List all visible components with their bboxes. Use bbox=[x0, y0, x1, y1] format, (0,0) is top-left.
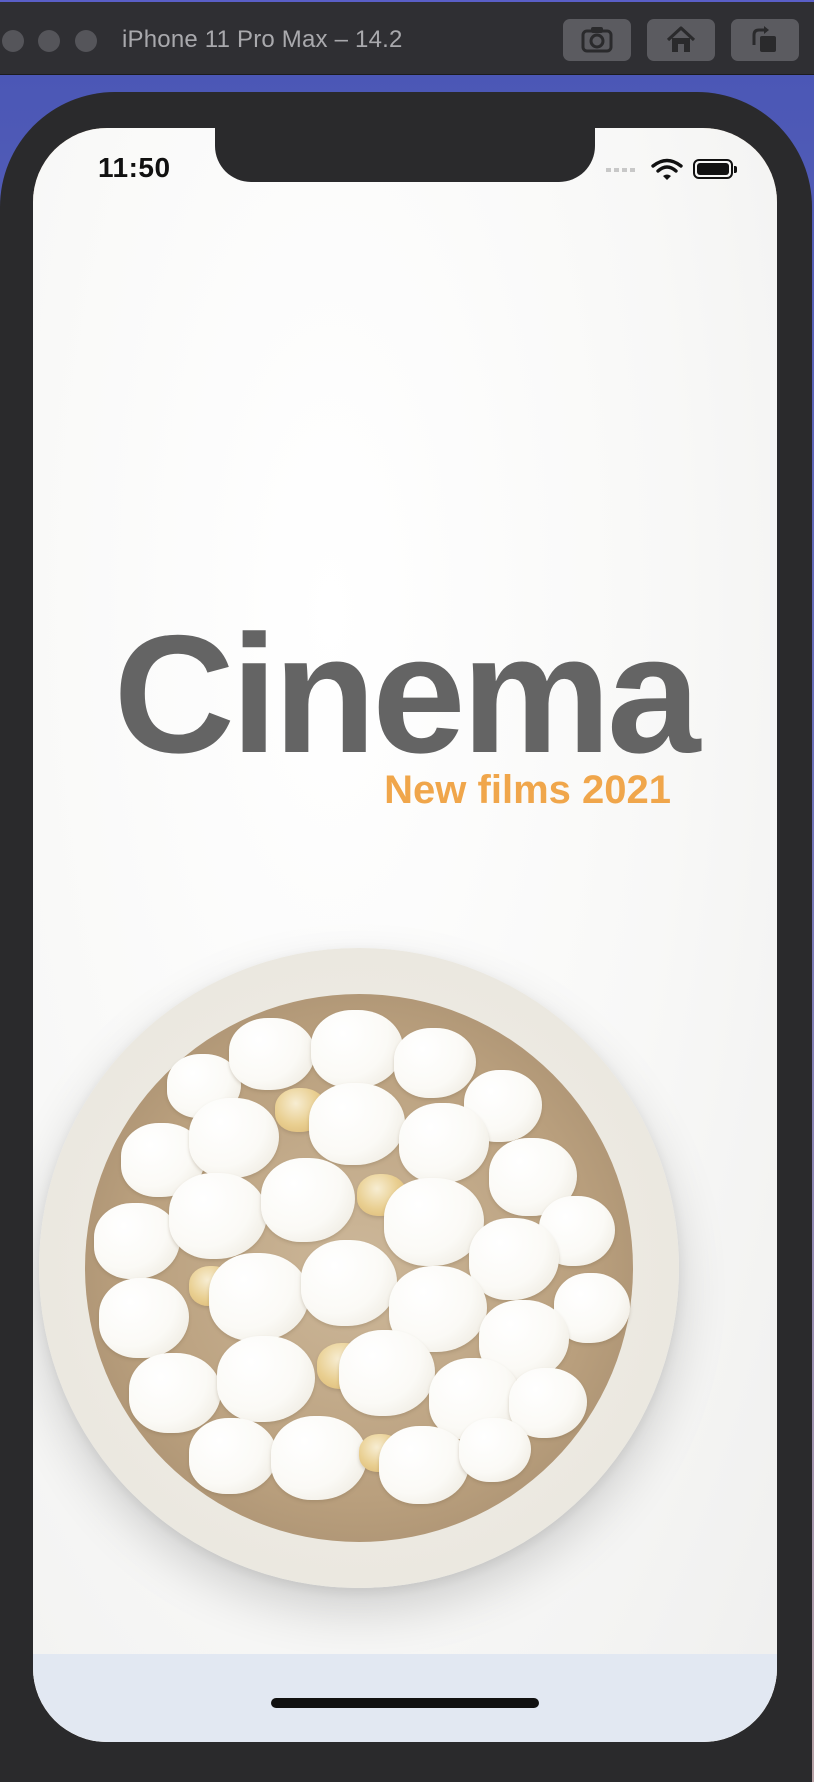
simulator-window-title: iPhone 11 Pro Max – 14.2 bbox=[122, 26, 403, 53]
home-indicator[interactable] bbox=[271, 1698, 539, 1708]
cellular-signal-icon bbox=[606, 168, 635, 172]
home-icon bbox=[666, 26, 696, 52]
wifi-icon bbox=[651, 158, 683, 180]
close-window-button[interactable] bbox=[2, 30, 24, 52]
rotate-button[interactable] bbox=[731, 19, 799, 61]
simulator-titlebar: iPhone 11 Pro Max – 14.2 bbox=[0, 0, 814, 75]
rotate-icon bbox=[752, 26, 776, 52]
home-button[interactable] bbox=[647, 19, 715, 61]
zoom-window-button[interactable] bbox=[75, 30, 97, 52]
screenshot-button[interactable] bbox=[563, 19, 631, 61]
minimize-window-button[interactable] bbox=[38, 30, 60, 52]
app-subtitle: New films 2021 bbox=[384, 768, 671, 812]
app-title: Cinema bbox=[113, 600, 701, 788]
device-screen: 11:50 Cinema New films 2021 bbox=[33, 128, 777, 1742]
screenshot-icon bbox=[581, 27, 613, 53]
popcorn-bowl-image bbox=[39, 948, 679, 1588]
device-notch bbox=[215, 128, 595, 182]
status-time: 11:50 bbox=[98, 152, 171, 183]
battery-icon bbox=[693, 159, 737, 179]
